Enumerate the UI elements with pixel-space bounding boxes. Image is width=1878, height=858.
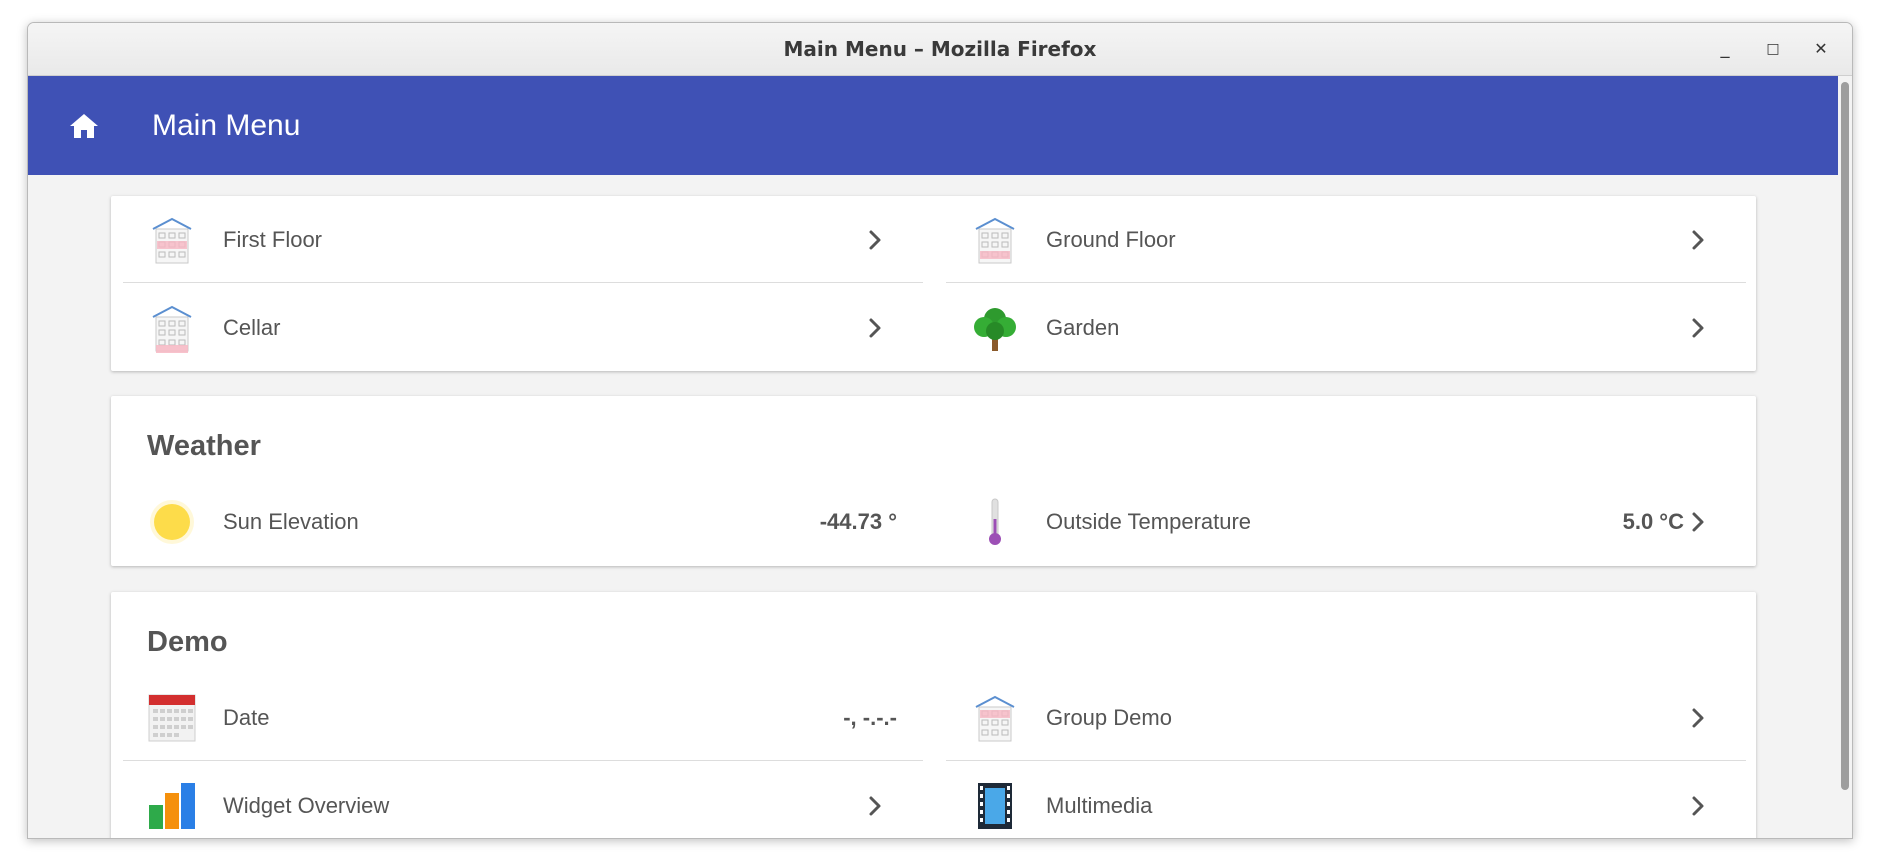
vertical-scrollbar[interactable] xyxy=(1838,76,1852,838)
chevron-right-icon xyxy=(1688,795,1708,817)
outside-temperature-value: 5.0 °C xyxy=(1622,509,1684,534)
menu-item-group-demo[interactable]: Group Demo xyxy=(946,674,1746,761)
menu-item-label: Garden xyxy=(1046,315,1120,340)
menu-item-cellar[interactable]: Cellar xyxy=(123,284,923,371)
menu-item-label: Multimedia xyxy=(1046,793,1153,818)
window-titlebar: Main Menu – Mozilla Firefox _ □ ✕ xyxy=(28,23,1852,76)
menu-item-label: Date xyxy=(223,705,270,730)
chevron-right-icon xyxy=(1688,229,1708,251)
menu-item-label: Group Demo xyxy=(1046,705,1172,730)
browser-window: Main Menu – Mozilla Firefox _ □ ✕ Main M… xyxy=(27,22,1853,839)
section-heading-demo: Demo xyxy=(147,626,228,658)
menu-item-label: Cellar xyxy=(223,315,281,340)
floors-card: First Floor Ground Floor Cellar Garden xyxy=(111,196,1756,371)
section-heading-weather: Weather xyxy=(147,430,261,462)
house-ground-floor-icon xyxy=(970,215,1020,265)
menu-item-sun-elevation: Sun Elevation -44.73 ° xyxy=(123,478,923,565)
calendar-icon xyxy=(148,694,196,742)
chevron-right-icon xyxy=(1688,511,1708,533)
minimize-button[interactable]: _ xyxy=(1712,36,1738,62)
date-value: -, -.-.- xyxy=(843,705,897,730)
weather-card: Weather Sun Elevation -44.73 ° Outside T… xyxy=(111,396,1756,566)
menu-item-multimedia[interactable]: Multimedia xyxy=(946,762,1746,838)
menu-item-ground-floor[interactable]: Ground Floor xyxy=(946,196,1746,283)
app-header: Main Menu xyxy=(28,76,1842,175)
menu-item-first-floor[interactable]: First Floor xyxy=(123,196,923,283)
menu-item-label: Sun Elevation xyxy=(223,509,359,534)
window-title: Main Menu – Mozilla Firefox xyxy=(783,37,1097,61)
menu-item-outside-temperature[interactable]: Outside Temperature 5.0 °C xyxy=(946,478,1746,565)
house-cellar-icon xyxy=(147,303,197,353)
page-title: Main Menu xyxy=(152,109,301,142)
menu-item-label: First Floor xyxy=(223,227,322,252)
maximize-button[interactable]: □ xyxy=(1760,36,1786,62)
page-content: Main Menu First Floor Ground Floor Cella… xyxy=(28,76,1852,838)
film-icon xyxy=(978,783,1012,829)
chevron-right-icon xyxy=(1688,707,1708,729)
house-first-floor-icon xyxy=(147,215,197,265)
tree-icon xyxy=(974,308,1016,351)
chevron-right-icon xyxy=(865,317,885,339)
sun-icon xyxy=(150,500,194,544)
menu-item-date: Date -, -.-.- xyxy=(123,674,923,761)
menu-item-label: Ground Floor xyxy=(1046,227,1176,252)
close-button[interactable]: ✕ xyxy=(1808,36,1834,62)
menu-item-widget-overview[interactable]: Widget Overview xyxy=(123,762,923,838)
menu-item-label: Widget Overview xyxy=(223,793,390,818)
chevron-right-icon xyxy=(865,795,885,817)
bar-chart-icon xyxy=(149,783,195,829)
chevron-right-icon xyxy=(1688,317,1708,339)
house-icon xyxy=(970,693,1020,743)
demo-card: Demo Date -, -.-.- Group Demo Widget Ove… xyxy=(111,592,1756,838)
menu-item-garden[interactable]: Garden xyxy=(946,284,1746,371)
sun-elevation-value: -44.73 ° xyxy=(819,509,897,534)
scrollbar-thumb[interactable] xyxy=(1841,82,1849,790)
thermometer-icon xyxy=(989,498,1001,545)
menu-item-label: Outside Temperature xyxy=(1046,509,1252,534)
chevron-right-icon xyxy=(865,229,885,251)
home-icon[interactable] xyxy=(68,110,100,142)
